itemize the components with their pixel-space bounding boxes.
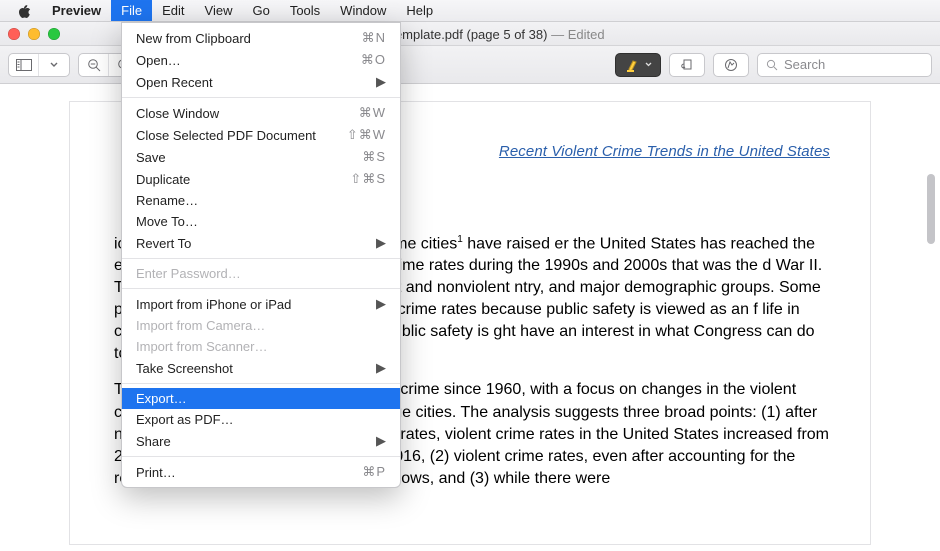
file-menu-item[interactable]: Export… — [122, 388, 400, 409]
highlight-button[interactable] — [615, 53, 661, 77]
menu-item-shortcut: ⇧⌘W — [347, 127, 386, 143]
menu-item-label: Import from Scanner… — [136, 339, 386, 354]
menu-item-shortcut: ⌘O — [361, 52, 386, 68]
view-mode-segmented — [8, 53, 70, 77]
rotate-button[interactable] — [669, 53, 705, 77]
file-menu-item[interactable]: Export as PDF… — [122, 409, 400, 430]
file-menu-item[interactable]: Print…⌘P — [122, 461, 400, 483]
window-title-edited-indicator: — Edited — [551, 27, 604, 42]
file-menu-item[interactable]: Import from iPhone or iPad ▶ — [122, 293, 400, 315]
file-menu-dropdown: New from Clipboard⌘NOpen…⌘OOpen Recent▶C… — [121, 22, 401, 488]
file-menu-item[interactable]: Open Recent ▶ — [122, 71, 400, 93]
menu-item-label: Export… — [136, 391, 386, 406]
file-menu-item: Import from Scanner… — [122, 336, 400, 357]
search-icon — [766, 59, 778, 71]
search-placeholder: Search — [784, 57, 825, 72]
window-close-button[interactable] — [8, 28, 20, 40]
apple-icon[interactable] — [8, 0, 42, 21]
macos-menubar: Preview File Edit View Go Tools Window H… — [0, 0, 940, 22]
menu-item-label: Duplicate — [136, 172, 350, 187]
zoom-out-button[interactable] — [79, 54, 109, 76]
view-mode-dropdown-button[interactable] — [39, 54, 69, 76]
menu-item-label: Open… — [136, 53, 361, 68]
menu-item-shortcut: ⌘P — [362, 464, 386, 480]
file-menu-item[interactable]: Close Window⌘W — [122, 102, 400, 124]
menu-item-label: Rename… — [136, 193, 386, 208]
file-menu-item[interactable]: Revert To ▶ — [122, 232, 400, 254]
submenu-arrow-icon: ▶ — [376, 433, 386, 449]
file-menu-item: Import from Camera… — [122, 315, 400, 336]
submenu-arrow-icon: ▶ — [376, 296, 386, 312]
file-menu-item[interactable]: Duplicate⇧⌘S — [122, 168, 400, 190]
menu-item-shortcut: ⌘W — [359, 105, 386, 121]
search-input[interactable]: Search — [757, 53, 932, 77]
menu-item-label: Save — [136, 150, 362, 165]
menu-item-label: Move To… — [136, 214, 386, 229]
file-menu-item[interactable]: New from Clipboard⌘N — [122, 27, 400, 49]
menubar-item-view[interactable]: View — [195, 0, 243, 21]
sidebar-view-button[interactable] — [9, 54, 39, 76]
menu-item-shortcut: ⇧⌘S — [350, 171, 386, 187]
file-menu-item[interactable]: Save⌘S — [122, 146, 400, 168]
menu-item-shortcut: ⌘N — [362, 30, 386, 46]
submenu-arrow-icon: ▶ — [376, 74, 386, 90]
menubar-item-window[interactable]: Window — [330, 0, 396, 21]
menu-item-label: Export as PDF… — [136, 412, 386, 427]
menu-item-label: Enter Password… — [136, 266, 386, 281]
scrollbar-thumb[interactable] — [927, 174, 935, 244]
menubar-item-tools[interactable]: Tools — [280, 0, 330, 21]
file-menu-item[interactable]: Open…⌘O — [122, 49, 400, 71]
submenu-arrow-icon: ▶ — [376, 235, 386, 251]
markup-toolbar-button[interactable] — [713, 53, 749, 77]
menubar-item-help[interactable]: Help — [396, 0, 443, 21]
menubar-item-file[interactable]: File — [111, 0, 152, 21]
file-menu-item[interactable]: Take Screenshot ▶ — [122, 357, 400, 379]
file-menu-item: Enter Password… — [122, 263, 400, 284]
menu-item-label: Import from iPhone or iPad — [136, 297, 368, 312]
file-menu-item[interactable]: Rename… — [122, 190, 400, 211]
menu-item-label: Revert To — [136, 236, 368, 251]
menu-item-label: Take Screenshot — [136, 361, 368, 376]
window-minimize-button[interactable] — [28, 28, 40, 40]
menu-item-shortcut: ⌘S — [362, 149, 386, 165]
window-zoom-button[interactable] — [48, 28, 60, 40]
menu-item-label: Import from Camera… — [136, 318, 386, 333]
menubar-app-name[interactable]: Preview — [42, 0, 111, 21]
file-menu-item[interactable]: Share ▶ — [122, 430, 400, 452]
menu-item-label: Open Recent — [136, 75, 368, 90]
menu-item-label: Print… — [136, 465, 362, 480]
vertical-scrollbar[interactable] — [924, 174, 938, 543]
menu-item-label: Close Selected PDF Document — [136, 128, 347, 143]
menubar-item-go[interactable]: Go — [242, 0, 279, 21]
file-menu-item[interactable]: Move To… — [122, 211, 400, 232]
menubar-item-edit[interactable]: Edit — [152, 0, 194, 21]
menu-item-label: New from Clipboard — [136, 31, 362, 46]
menu-item-label: Close Window — [136, 106, 359, 121]
file-menu-item[interactable]: Close Selected PDF Document⇧⌘W — [122, 124, 400, 146]
menu-item-label: Share — [136, 434, 368, 449]
submenu-arrow-icon: ▶ — [376, 360, 386, 376]
